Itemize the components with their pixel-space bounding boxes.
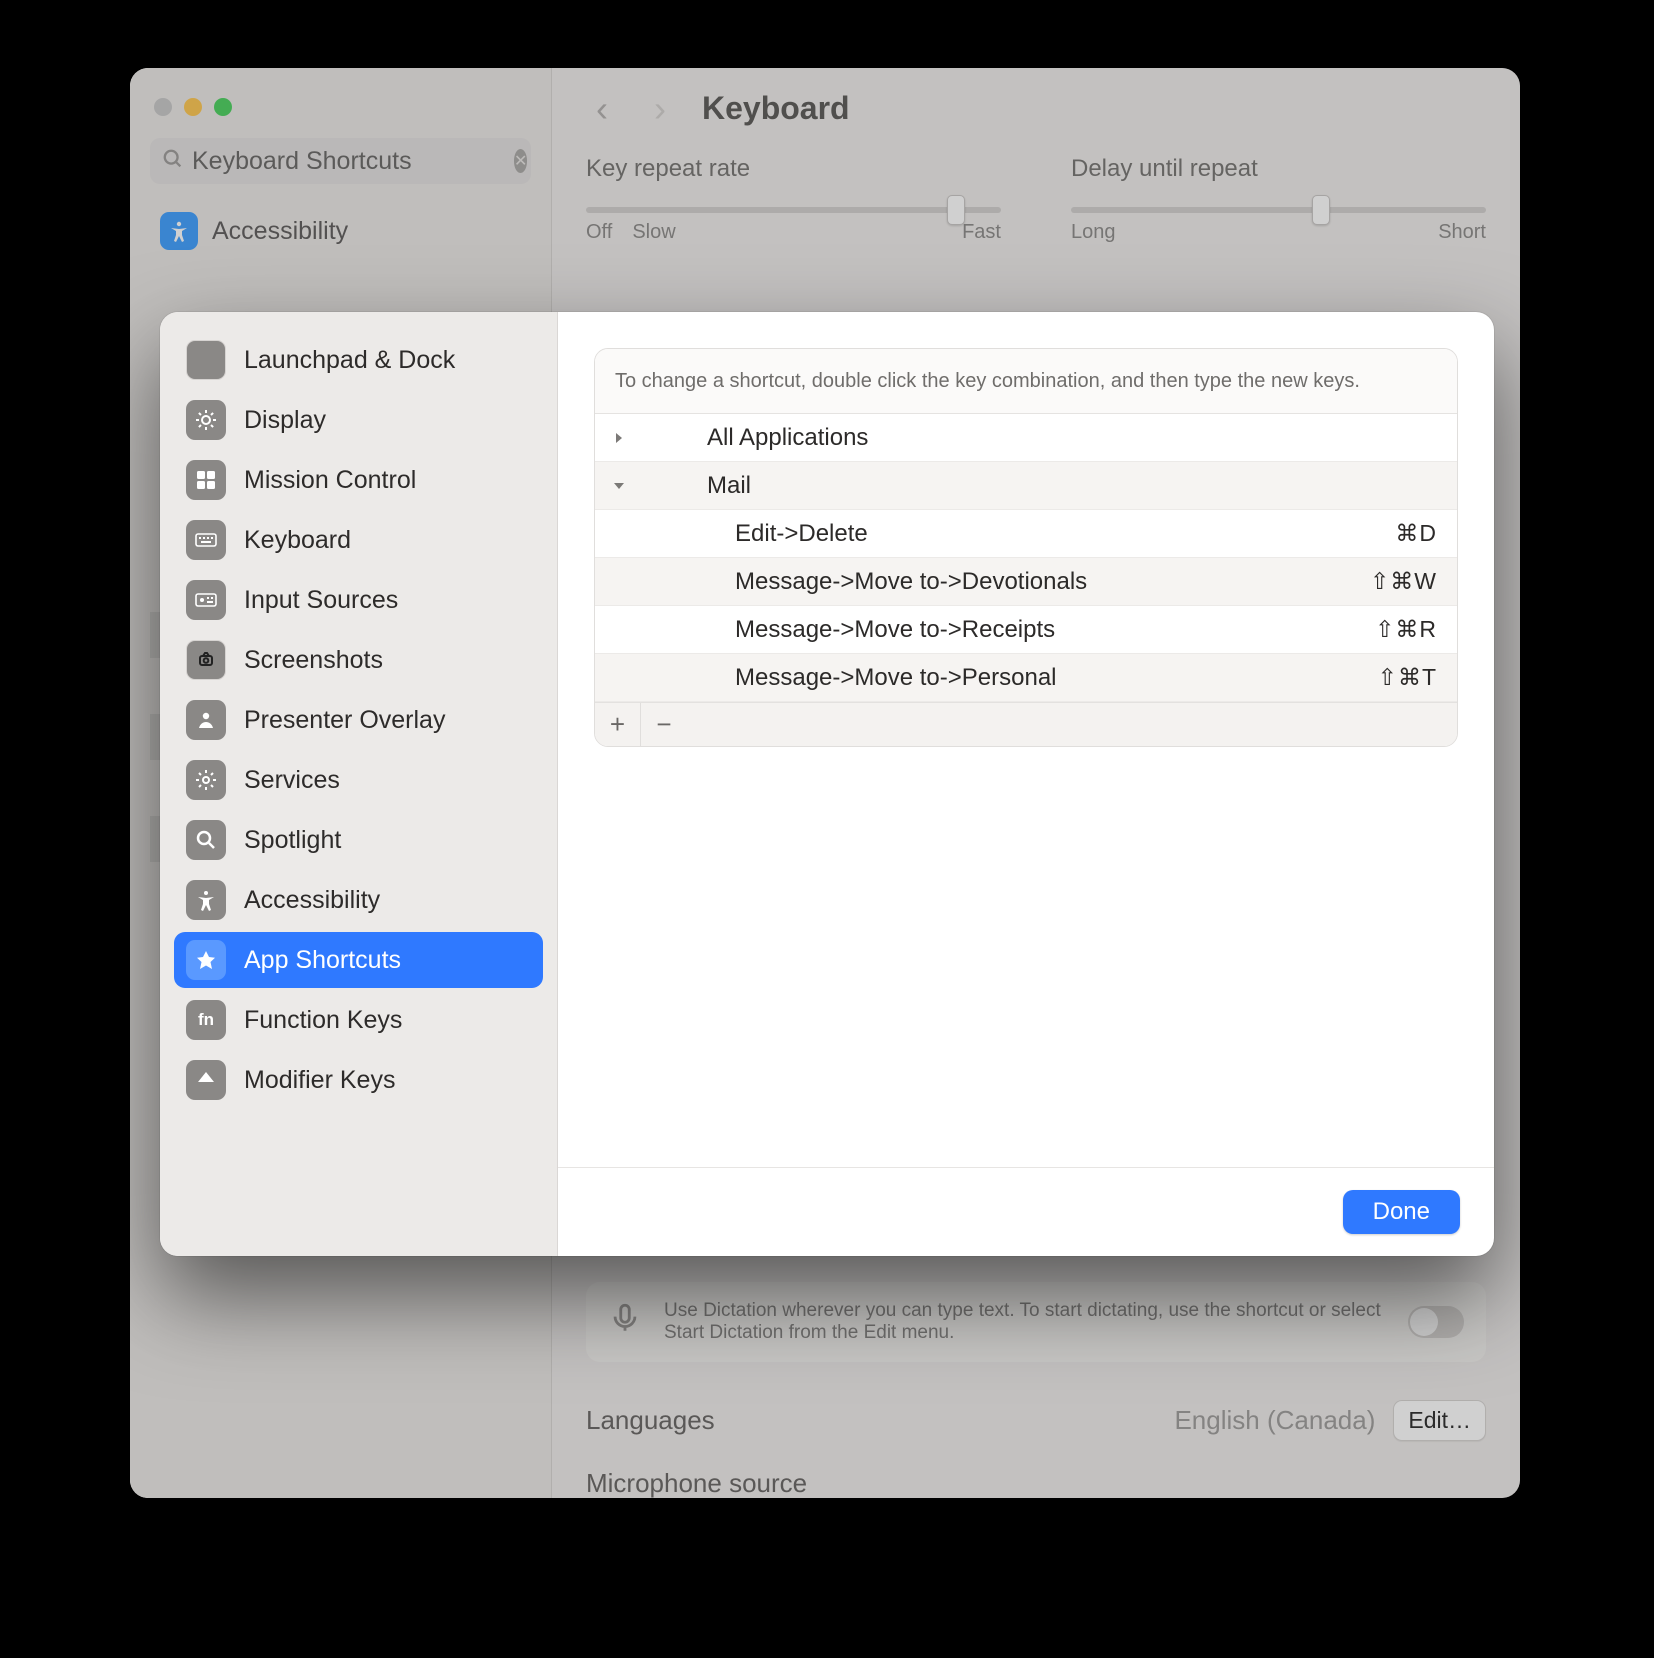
sheet-main: To change a shortcut, double click the k… — [558, 312, 1494, 1256]
sidebar-item-label: Launchpad & Dock — [244, 346, 455, 375]
sheet-sidebar-item-launchpad[interactable]: Launchpad & Dock — [174, 332, 543, 388]
sidebar-item-label: Accessibility — [212, 217, 348, 246]
sheet-sidebar-item-spotlight[interactable]: Spotlight — [174, 812, 543, 868]
shortcuts-tree: All ApplicationsMailEdit->Delete⌘DMessag… — [595, 414, 1457, 702]
sidebar-item-accessibility[interactable]: Accessibility — [150, 202, 531, 260]
shortcut-keys: ⇧⌘T — [1378, 664, 1437, 691]
sheet-sidebar-item-screenshot[interactable]: Screenshots — [174, 632, 543, 688]
back-button[interactable]: ‹ — [586, 93, 618, 125]
sheet-sidebar-item-fn[interactable]: fnFunction Keys — [174, 992, 543, 1048]
sheet-sidebar: Launchpad & Dock Display Mission Control Ke… — [160, 312, 558, 1256]
shortcut-row[interactable]: Message->Move to->Personal⇧⌘T — [595, 654, 1457, 702]
sheet-sidebar-item-input[interactable]: Input Sources — [174, 572, 543, 628]
sheet-sidebar-item-display[interactable]: Display — [174, 392, 543, 448]
sidebar-item-label: App Shortcuts — [244, 946, 401, 975]
microphone-icon — [608, 1301, 642, 1344]
sheet-sidebar-item-services[interactable]: Services — [174, 752, 543, 808]
shortcut-row[interactable]: All Applications — [595, 414, 1457, 462]
panel-footer: + − — [595, 702, 1457, 746]
sheet-footer: Done — [558, 1167, 1494, 1256]
disclosure-icon[interactable] — [595, 478, 643, 494]
disclosure-icon[interactable] — [595, 430, 643, 446]
microphone-source-label: Microphone source — [586, 1468, 807, 1498]
shortcut-label: Message->Move to->Receipts — [643, 616, 1375, 644]
shortcut-label: All Applications — [643, 424, 1437, 452]
sheet-sidebar-item-modifier[interactable]: Modifier Keys — [174, 1052, 543, 1108]
sidebar-item-label: Function Keys — [244, 1006, 402, 1035]
done-button[interactable]: Done — [1343, 1190, 1460, 1234]
search-icon — [162, 148, 184, 175]
add-shortcut-button[interactable]: + — [595, 703, 641, 747]
window-header: ‹ › Keyboard — [586, 90, 1486, 127]
sheet-sidebar-item-accessibility[interactable]: Accessibility — [174, 872, 543, 928]
key-repeat-slider[interactable]: Key repeat rate Off Slow Fast — [586, 155, 1001, 244]
shortcut-label: Message->Move to->Personal — [643, 664, 1378, 692]
forward-button[interactable]: › — [644, 93, 676, 125]
shortcut-row[interactable]: Edit->Delete⌘D — [595, 510, 1457, 558]
languages-row: Languages English (Canada) Edit… — [586, 1400, 1486, 1441]
sheet-sidebar-item-presenter[interactable]: Presenter Overlay — [174, 692, 543, 748]
shortcut-keys: ⌘D — [1395, 520, 1437, 547]
sidebar-item-label: Screenshots — [244, 646, 383, 675]
sheet-sidebar-item-appshortcuts[interactable]: App Shortcuts — [174, 932, 543, 988]
dictation-row: Use Dictation wherever you can type text… — [586, 1282, 1486, 1362]
shortcut-keys: ⇧⌘W — [1370, 568, 1437, 595]
accessibility-icon — [160, 212, 198, 250]
zoom-window-button[interactable] — [214, 98, 232, 116]
traffic-lights — [130, 86, 551, 138]
sheet-sidebar-item-mission[interactable]: Mission Control — [174, 452, 543, 508]
delay-repeat-slider[interactable]: Delay until repeat Long Short — [1071, 155, 1486, 244]
search-input[interactable] — [184, 147, 514, 176]
edit-languages-button[interactable]: Edit… — [1393, 1400, 1486, 1441]
shortcut-label: Edit->Delete — [643, 520, 1395, 548]
shortcut-row[interactable]: Message->Move to->Devotionals⇧⌘W — [595, 558, 1457, 606]
sidebar-item-label: Services — [244, 766, 340, 795]
sidebar-item-label: Accessibility — [244, 886, 380, 915]
sidebar-item-label: Keyboard — [244, 526, 351, 555]
close-window-button[interactable] — [154, 98, 172, 116]
shortcut-keys: ⇧⌘R — [1375, 616, 1437, 643]
shortcut-label: Message->Move to->Devotionals — [643, 568, 1370, 596]
shortcuts-panel: To change a shortcut, double click the k… — [594, 348, 1458, 747]
minimize-window-button[interactable] — [184, 98, 202, 116]
sidebar-item-label: Display — [244, 406, 326, 435]
shortcut-label: Mail — [643, 472, 1437, 500]
sheet-sidebar-item-keyboard[interactable]: Keyboard — [174, 512, 543, 568]
remove-shortcut-button[interactable]: − — [641, 703, 687, 747]
keyboard-shortcuts-sheet: Launchpad & Dock Display Mission Control Ke… — [160, 312, 1494, 1256]
sidebar-item-label: Mission Control — [244, 466, 416, 495]
sidebar-item-label: Modifier Keys — [244, 1066, 395, 1095]
sidebar-item-label: Spotlight — [244, 826, 341, 855]
shortcut-row[interactable]: Message->Move to->Receipts⇧⌘R — [595, 606, 1457, 654]
page-title: Keyboard — [702, 90, 850, 127]
shortcut-row[interactable]: Mail — [595, 462, 1457, 510]
sidebar-item-label: Input Sources — [244, 586, 398, 615]
sidebar-search[interactable]: ✕ — [150, 138, 531, 184]
clear-search-button[interactable]: ✕ — [514, 149, 527, 173]
sidebar-item-label: Presenter Overlay — [244, 706, 445, 735]
panel-help-text: To change a shortcut, double click the k… — [595, 349, 1457, 414]
dictation-toggle[interactable] — [1408, 1306, 1464, 1338]
